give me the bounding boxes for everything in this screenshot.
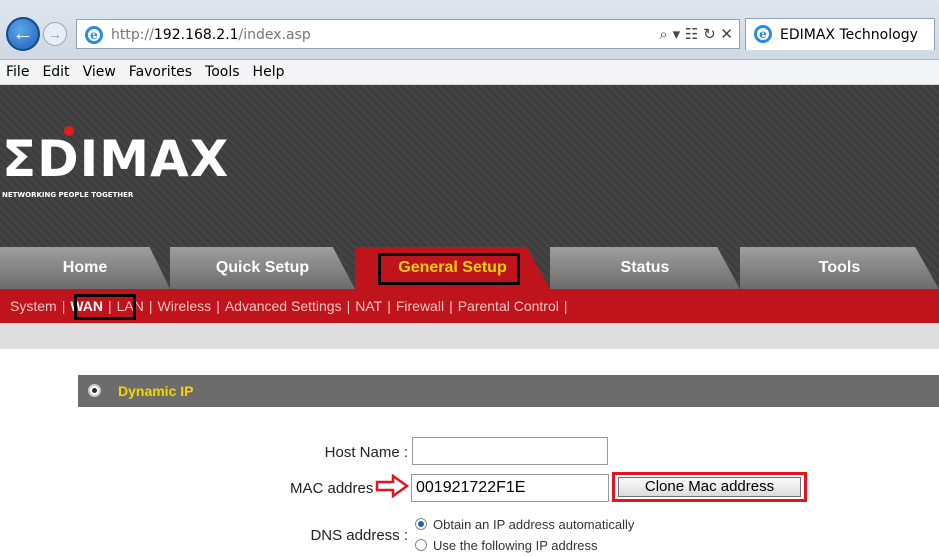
sub-nav: System | WAN | LAN | Wireless | Advanced Setting…	[0, 289, 939, 323]
mac-address-label: MAC addres	[290, 480, 374, 497]
menu-edit[interactable]: Edit	[36, 60, 76, 80]
tab-ie-icon: e	[754, 25, 772, 43]
menu-file[interactable]: File	[0, 60, 36, 80]
gray-strip	[0, 323, 939, 349]
clone-mac-button[interactable]: Clone Mac address	[618, 477, 801, 497]
menu-tools[interactable]: Tools	[199, 60, 247, 80]
browser-toolbar: ← → e http://192.168.2.1/index.asp ⌕ ▾ ☷…	[0, 0, 939, 60]
dns-auto-radio[interactable]	[415, 518, 427, 530]
dns-option-auto[interactable]: Obtain an IP address automatically	[415, 517, 634, 532]
dns-option-manual[interactable]: Use the following IP address	[415, 538, 598, 553]
subnav-firewall[interactable]: Firewall	[396, 298, 444, 314]
dns-address-label: DNS address :	[310, 527, 408, 544]
menu-bar: File Edit View Favorites Tools Help	[0, 60, 939, 85]
tab-tools[interactable]: Tools	[740, 247, 939, 289]
browser-tab[interactable]: e EDIMAX Technology	[745, 18, 935, 50]
general-setup-highlight	[378, 253, 520, 285]
subnav-system[interactable]: System	[10, 298, 57, 314]
subnav-wireless[interactable]: Wireless	[158, 298, 212, 314]
tab-home[interactable]: Home	[0, 247, 170, 289]
tab-status[interactable]: Status	[550, 247, 740, 289]
wan-highlight	[74, 294, 136, 320]
menu-view[interactable]: View	[77, 60, 123, 80]
menu-favorites[interactable]: Favorites	[123, 60, 199, 80]
host-name-input[interactable]	[412, 437, 608, 465]
dynamic-ip-radio[interactable]	[88, 384, 101, 397]
section-title: Dynamic IP	[118, 383, 194, 399]
dns-manual-radio[interactable]	[415, 539, 427, 551]
mac-address-input[interactable]: 001921722F1E	[411, 474, 609, 502]
url-text[interactable]: http://192.168.2.1/index.asp	[111, 27, 311, 43]
subnav-nat[interactable]: NAT	[355, 298, 382, 314]
host-name-label: Host Name :	[324, 444, 408, 461]
router-banner: ΣDIMAX NETWORKING PEOPLE TOGETHER	[0, 85, 939, 247]
back-icon[interactable]: ←	[6, 17, 40, 51]
menu-help[interactable]: Help	[247, 60, 292, 80]
tab-quick-setup[interactable]: Quick Setup	[170, 247, 355, 289]
section-header: Dynamic IP	[78, 375, 939, 407]
ie-icon: e	[85, 26, 103, 44]
tab-title: EDIMAX Technology	[780, 27, 918, 43]
address-tools[interactable]: ⌕ ▾ ☷ ↻ ✕	[659, 25, 733, 43]
logo-dot-icon	[64, 126, 74, 136]
dns-manual-label: Use the following IP address	[433, 538, 598, 553]
subnav-parental-control[interactable]: Parental Control	[458, 298, 559, 314]
red-arrow-icon	[375, 474, 409, 498]
forward-icon[interactable]: →	[43, 22, 67, 46]
logo-tagline: NETWORKING PEOPLE TOGETHER	[2, 191, 134, 199]
address-bar[interactable]: e http://192.168.2.1/index.asp ⌕ ▾ ☷ ↻ ✕	[76, 19, 740, 49]
dns-auto-label: Obtain an IP address automatically	[433, 517, 635, 532]
edimax-logo: ΣDIMAX	[2, 130, 230, 188]
subnav-advanced-settings[interactable]: Advanced Settings	[225, 298, 342, 314]
